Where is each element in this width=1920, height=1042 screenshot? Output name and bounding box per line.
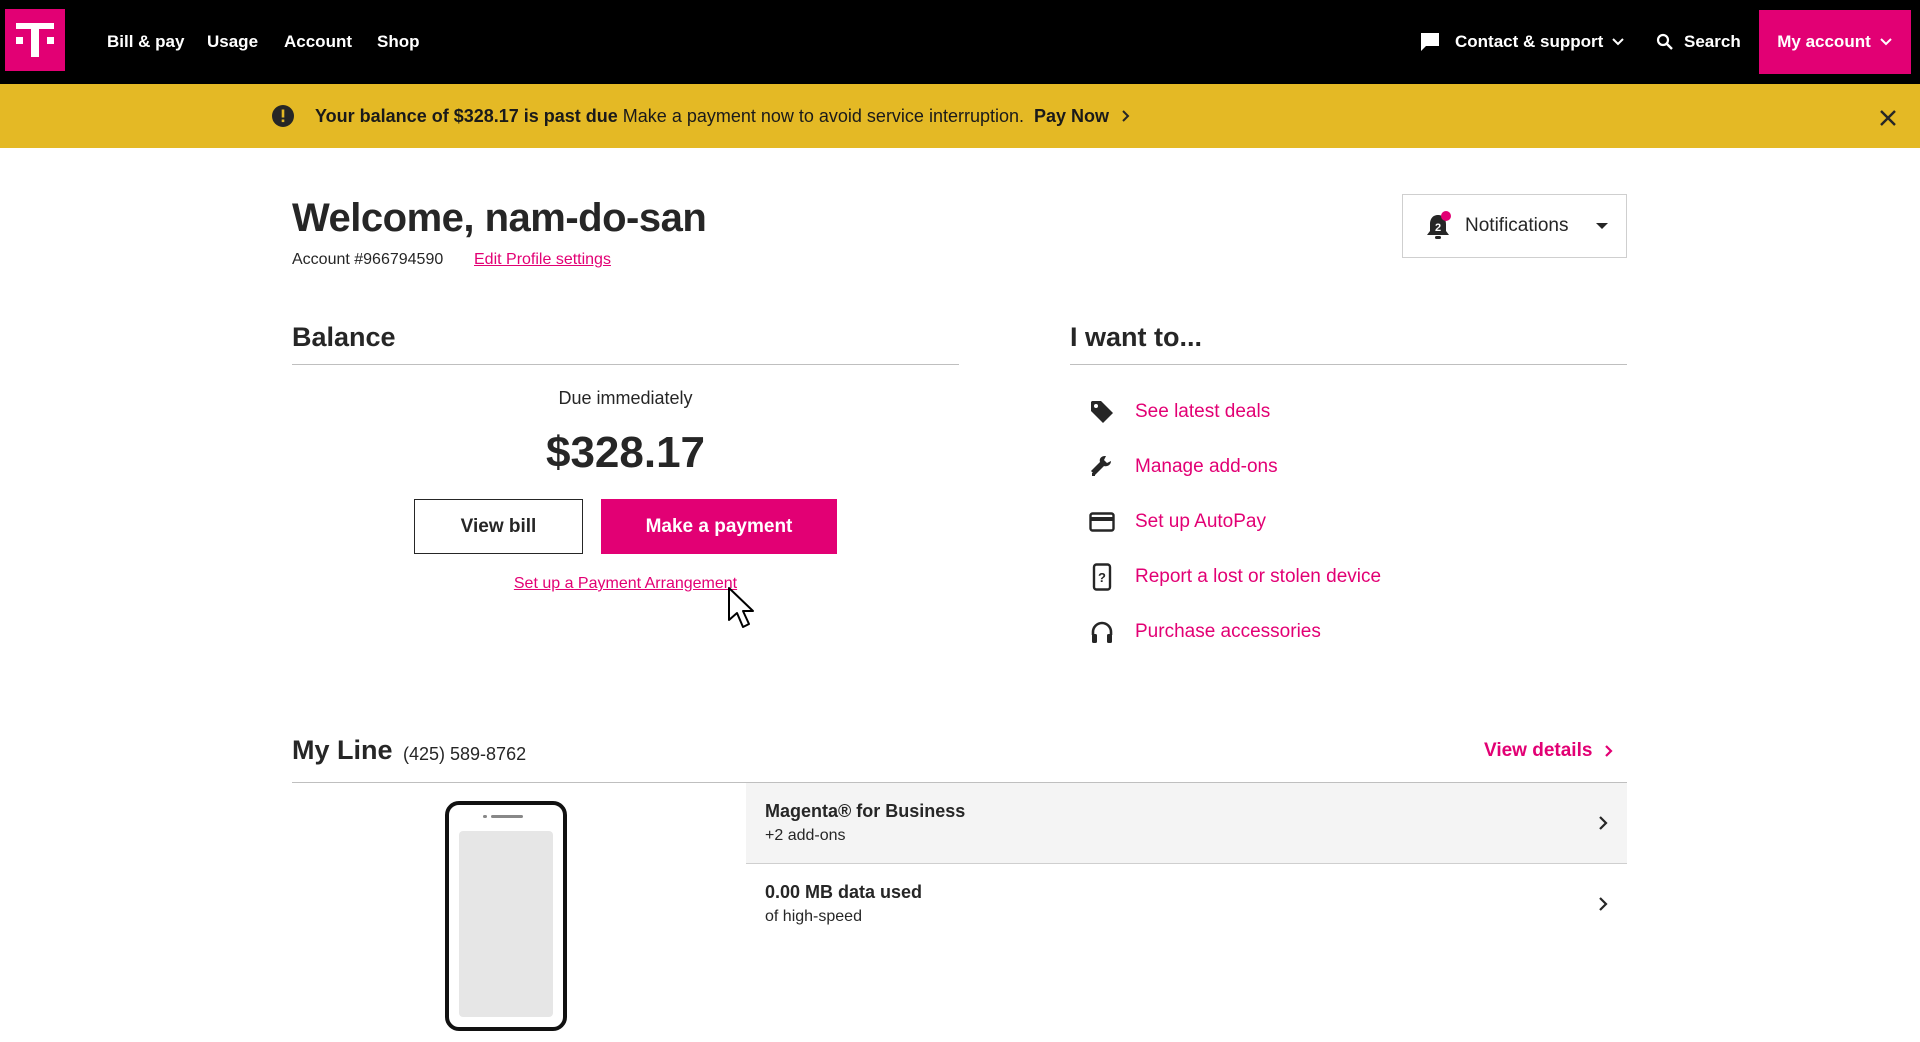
view-details-link[interactable]: View details [1484, 740, 1616, 762]
due-label: Due immediately [558, 388, 693, 408]
want-item-label: See latest deals [1135, 401, 1271, 422]
credit-card-icon [1088, 508, 1116, 536]
chevron-down-icon [1880, 38, 1892, 46]
headphones-icon [1088, 618, 1116, 646]
nav-shop[interactable]: Shop [377, 0, 420, 84]
chevron-right-icon [1599, 897, 1608, 911]
chevron-right-icon [1605, 745, 1613, 757]
balance-title: Balance [292, 322, 396, 352]
contact-support-label: Contact & support [1455, 32, 1604, 51]
notification-count: 2 [1435, 222, 1441, 234]
mouse-pointer-icon [728, 587, 754, 628]
close-banner-icon[interactable] [1876, 106, 1900, 130]
plan-row[interactable]: Magenta® for Business +2 add-ons [746, 783, 1627, 864]
chevron-down-icon [1612, 38, 1624, 46]
caret-down-icon [1596, 223, 1608, 229]
pay-now-label: Pay Now [1034, 105, 1110, 126]
nav-usage[interactable]: Usage [207, 0, 258, 84]
balance-divider [292, 364, 959, 365]
alert-text: Make a payment now to avoid service inte… [622, 105, 1024, 126]
search-label: Search [1684, 32, 1741, 51]
contact-support-menu[interactable]: Contact & support [1419, 0, 1625, 84]
view-bill-button[interactable]: View bill [414, 499, 583, 554]
plan-title: Magenta® for Business [765, 801, 966, 821]
top-nav: Bill & pay Usage Account Shop Contact & … [0, 0, 1920, 84]
nav-bill-pay[interactable]: Bill & pay [107, 0, 184, 84]
plan-subtitle: +2 add-ons [765, 827, 846, 844]
search-icon [1656, 33, 1673, 50]
view-details-label: View details [1484, 740, 1593, 761]
want-item-addons[interactable]: Manage add-ons [1088, 452, 1278, 482]
phone-question-icon: ? [1088, 563, 1116, 591]
i-want-to-title: I want to... [1070, 322, 1202, 352]
t-mobile-logo[interactable] [5, 9, 65, 71]
payment-arrangement-link[interactable]: Set up a Payment Arrangement [292, 575, 959, 593]
nav-account[interactable]: Account [284, 0, 352, 84]
phone-speaker [491, 815, 523, 818]
want-item-label: Set up AutoPay [1135, 511, 1266, 532]
want-item-label: Manage add-ons [1135, 456, 1278, 477]
alert-icon [272, 105, 294, 127]
welcome-heading: Welcome, nam-do-san [292, 196, 707, 240]
my-account-button[interactable]: My account [1759, 10, 1911, 74]
pay-now-link[interactable]: Pay Now [1034, 106, 1133, 127]
i-want-to-divider [1070, 364, 1627, 365]
my-line-phone-number: (425) 589-8762 [403, 744, 527, 764]
my-account-label: My account [1777, 32, 1871, 51]
notifications-dropdown[interactable]: 2 Notifications [1402, 194, 1627, 258]
svg-text:?: ? [1098, 570, 1106, 585]
want-item-label: Purchase accessories [1135, 621, 1321, 642]
want-item-autopay[interactable]: Set up AutoPay [1088, 507, 1266, 537]
alert-bold-text: Your balance of $328.17 is past due [315, 105, 618, 126]
want-item-deals[interactable]: See latest deals [1088, 397, 1270, 427]
want-item-lost-device[interactable]: ? Report a lost or stolen device [1088, 562, 1381, 592]
want-item-label: Report a lost or stolen device [1135, 566, 1382, 587]
data-usage-row[interactable]: 0.00 MB data used of high-speed [746, 864, 1627, 945]
data-usage-title: 0.00 MB data used [765, 882, 923, 902]
search-button[interactable]: Search [1656, 0, 1741, 84]
phone-camera [483, 815, 487, 818]
data-usage-subtitle: of high-speed [765, 908, 862, 925]
make-payment-button[interactable]: Make a payment [601, 499, 837, 554]
account-number: Account #966794590 [292, 251, 444, 268]
balance-amount: $328.17 [545, 428, 706, 477]
bell-icon: 2 [1427, 211, 1451, 239]
chat-icon [1421, 33, 1439, 51]
chevron-right-icon [1122, 110, 1130, 122]
t-logo-icon [16, 23, 54, 57]
device-image [445, 801, 567, 1031]
notifications-label: Notifications [1465, 215, 1569, 236]
my-line-title: My Line [292, 735, 393, 765]
wrench-icon [1088, 453, 1116, 481]
phone-screen [459, 831, 553, 1017]
tag-icon [1088, 398, 1116, 426]
chevron-right-icon [1599, 816, 1608, 830]
want-item-accessories[interactable]: Purchase accessories [1088, 617, 1321, 647]
past-due-banner: Your balance of $328.17 is past due Make… [0, 84, 1920, 148]
edit-profile-link[interactable]: Edit Profile settings [474, 251, 611, 269]
